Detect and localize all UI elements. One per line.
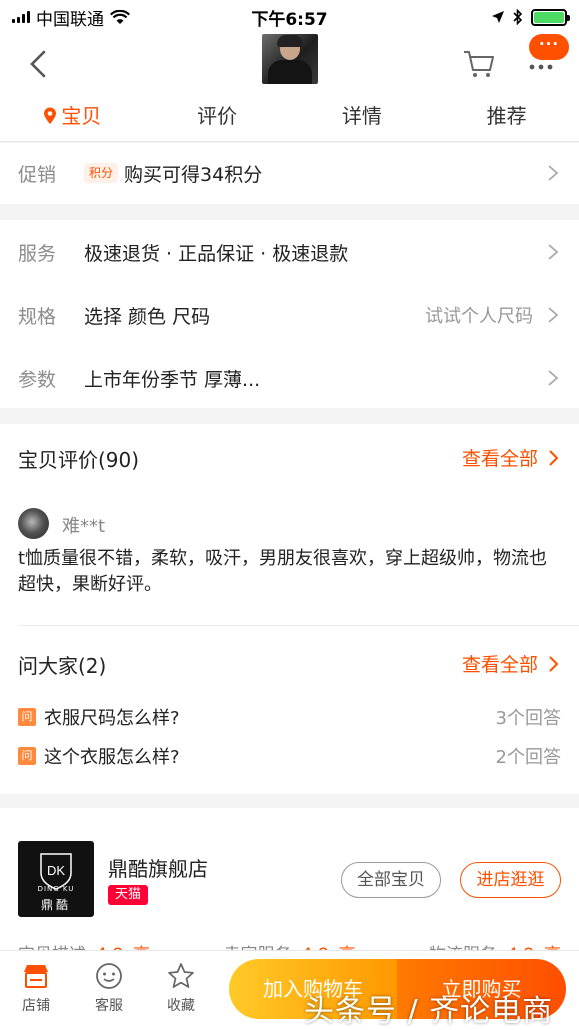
favorite-button[interactable]: 收藏: [156, 961, 206, 1015]
reviews-see-all-button[interactable]: 查看全部: [462, 444, 559, 471]
reviewer-avatar: [18, 508, 49, 539]
store-section: DK DING KU 鼎酷 鼎酷旗舰店 天猫 全部宝贝 进店逛逛 宝贝描述4.8…: [0, 808, 579, 954]
product-thumbnail[interactable]: [262, 34, 318, 84]
qa-see-all-button[interactable]: 查看全部: [462, 650, 559, 677]
signal-icon: [12, 11, 30, 23]
promo-section: 促销 积分 购买可得34积分: [0, 143, 579, 204]
size-hint[interactable]: 试试个人尺码: [425, 302, 533, 328]
logo-cn-text: 鼎酷: [40, 898, 71, 912]
points-badge: 积分: [84, 163, 119, 183]
logo-letters: DK: [47, 863, 65, 878]
spec-value: 选择 颜色 尺码: [84, 305, 211, 328]
tab-reviews[interactable]: 评价: [145, 94, 290, 141]
service-label: 服务: [18, 242, 57, 265]
chevron-right-icon: [548, 165, 559, 181]
wifi-icon: [110, 9, 130, 24]
params-value: 上市年份季节 厚薄...: [84, 368, 261, 391]
service-label: 客服: [95, 998, 123, 1014]
customer-service-button[interactable]: 客服: [84, 961, 134, 1015]
promo-text: 购买可得34积分: [124, 163, 263, 186]
tab-recommend[interactable]: 推荐: [434, 94, 579, 141]
tab-recommend-label: 推荐: [486, 104, 527, 128]
shop-icon: [24, 965, 48, 988]
see-all-label: 查看全部: [461, 448, 538, 470]
status-time: 下午6:57: [251, 9, 328, 30]
tab-item[interactable]: 宝贝: [0, 94, 145, 141]
qa-question: 衣服尺码怎么样?: [44, 708, 180, 729]
reviewer-name: 难**t: [62, 516, 106, 537]
reviews-section: 宝贝评价(90) 查看全部 难**t t恤质量很不错，柔软，吸汗，男朋友很喜欢，…: [0, 424, 579, 794]
smile-chat-icon: [96, 963, 122, 989]
qa-title: 问大家(2): [18, 654, 107, 678]
store-logo[interactable]: DK DING KU 鼎酷: [18, 841, 94, 917]
divider: [18, 625, 579, 626]
qa-item[interactable]: 问 衣服尺码怎么样? 3个回答: [18, 702, 561, 732]
watermark-text: 头条号 / 齐论电商: [304, 994, 554, 1029]
carrier-label: 中国联通: [36, 9, 104, 30]
review-text[interactable]: t恤质量很不错，柔软，吸汗，男朋友很喜欢，穿上超级帅，物流也超快，果断好评。: [18, 546, 563, 598]
bluetooth-icon: [513, 9, 523, 25]
store-name[interactable]: 鼎酷旗舰店: [108, 853, 208, 882]
location-pin-icon: [44, 107, 57, 124]
cart-icon[interactable]: [462, 46, 496, 80]
battery-icon: [531, 8, 570, 26]
spec-row[interactable]: 规格 选择 颜色 尺码 试试个人尺码: [0, 285, 579, 345]
chevron-right-icon: [548, 307, 559, 323]
chevron-right-icon: [549, 449, 559, 466]
enter-store-button[interactable]: 进店逛逛: [460, 862, 561, 898]
qa-answer-count: 3个回答: [495, 708, 561, 729]
question-icon: 问: [18, 708, 36, 726]
shop-button[interactable]: 店铺: [11, 961, 61, 1015]
nav-bar: ···: [0, 34, 579, 94]
chevron-right-icon: [549, 655, 559, 672]
message-bubble[interactable]: ···: [529, 34, 569, 60]
qa-item[interactable]: 问 这个衣服怎么样? 2个回答: [18, 741, 561, 771]
promo-label: 促销: [18, 163, 57, 186]
tab-item-label: 宝贝: [61, 104, 102, 128]
back-icon[interactable]: [24, 48, 54, 80]
location-arrow-icon: [492, 11, 504, 23]
question-icon: 问: [18, 747, 36, 765]
params-row[interactable]: 参数 上市年份季节 厚薄...: [0, 348, 579, 408]
tab-details[interactable]: 详情: [290, 94, 435, 141]
spec-label: 规格: [18, 305, 57, 328]
chevron-right-icon: [548, 370, 559, 386]
chevron-right-icon: [548, 244, 559, 260]
all-items-button[interactable]: 全部宝贝: [341, 862, 441, 898]
reviews-title: 宝贝评价(90): [18, 448, 140, 472]
tab-details-label: 详情: [341, 104, 382, 128]
see-all-label: 查看全部: [461, 654, 538, 676]
qa-question: 这个衣服怎么样?: [44, 747, 180, 768]
options-section: 服务 极速退货 · 正品保证 · 极速退款 规格 选择 颜色 尺码 试试个人尺码…: [0, 220, 579, 408]
params-label: 参数: [18, 368, 57, 391]
logo-subtext: DING KU: [37, 885, 75, 893]
service-value: 极速退货 · 正品保证 · 极速退款: [84, 242, 349, 265]
qa-answer-count: 2个回答: [495, 747, 561, 768]
tmall-badge: 天猫: [108, 885, 149, 905]
status-right: [367, 8, 570, 26]
service-row[interactable]: 服务 极速退货 · 正品保证 · 极速退款: [0, 222, 579, 282]
tab-bar: 宝贝 评价 详情 推荐: [0, 94, 579, 142]
shop-label: 店铺: [22, 998, 50, 1014]
status-left: 中国联通: [12, 5, 212, 30]
favorite-label: 收藏: [167, 998, 195, 1014]
tab-reviews-label: 评价: [197, 104, 238, 128]
star-icon: [168, 963, 194, 988]
status-bar: 中国联通 下午6:57: [0, 0, 579, 34]
promo-row[interactable]: 促销 积分 购买可得34积分: [0, 143, 579, 203]
